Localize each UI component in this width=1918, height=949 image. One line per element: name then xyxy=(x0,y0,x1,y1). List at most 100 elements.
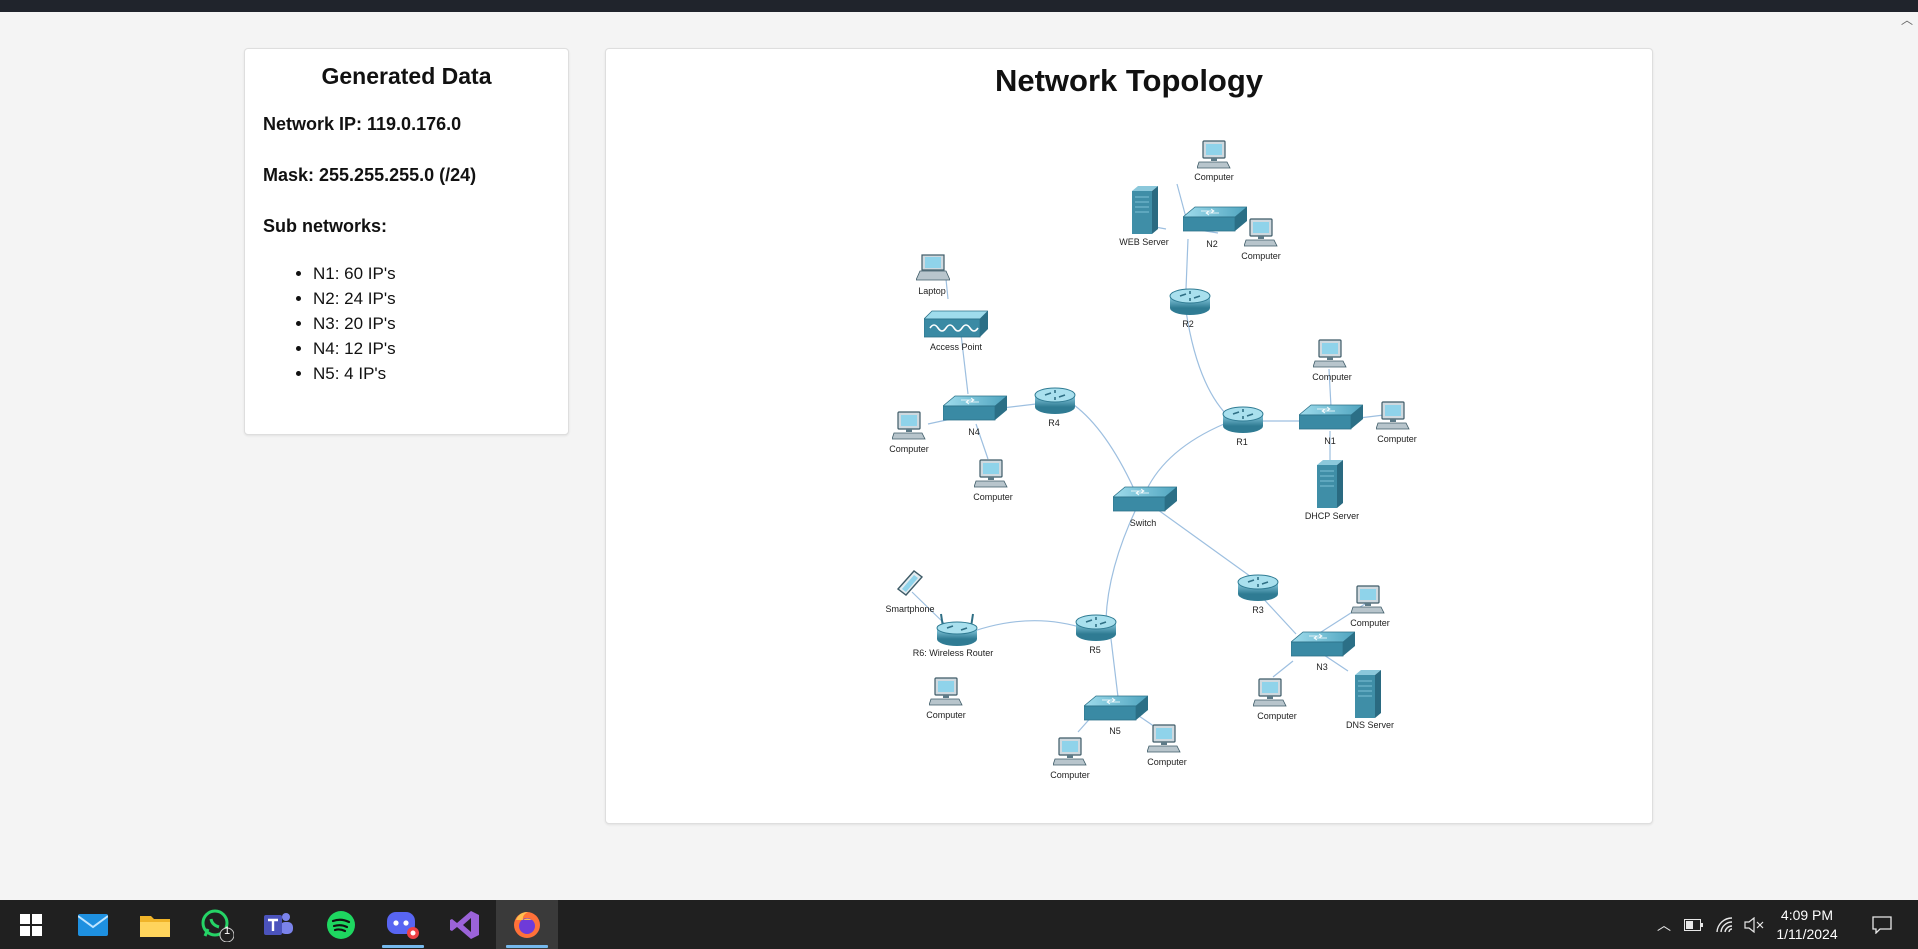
laptop-icon xyxy=(916,254,950,281)
network-topology-card: Network Topology Computer WEB Server N2 … xyxy=(605,48,1653,824)
computer-icon xyxy=(1351,585,1385,614)
discord-running-indicator xyxy=(382,945,424,948)
access-point-icon xyxy=(924,310,988,338)
node-label: R1 xyxy=(1236,437,1248,447)
spotify-icon[interactable] xyxy=(310,900,372,949)
node-label: Computer xyxy=(1194,172,1234,182)
clock-time: 4:09 PM xyxy=(1780,907,1834,923)
mail-icon[interactable] xyxy=(62,900,124,949)
subnetworks-list: N1: 60 IP's N2: 24 IP's N3: 20 IP's N4: … xyxy=(313,261,550,386)
computer-icon xyxy=(1244,218,1278,247)
switch-icon xyxy=(943,395,1007,421)
node-label: DNS Server xyxy=(1346,720,1394,730)
battery-icon[interactable] xyxy=(1680,900,1708,949)
node-label: WEB Server xyxy=(1119,237,1169,247)
computer-icon xyxy=(892,411,926,440)
whatsapp-icon[interactable]: 1 xyxy=(186,900,248,949)
switch-icon xyxy=(1084,695,1148,721)
visual-studio-icon[interactable] xyxy=(434,900,496,949)
router-icon xyxy=(1237,574,1279,602)
node-label: Computer xyxy=(1257,711,1297,721)
node-label: R2 xyxy=(1182,319,1194,329)
node-label: Computer xyxy=(973,492,1013,502)
firefox-icon[interactable] xyxy=(496,900,558,949)
subnetworks-heading: Sub networks: xyxy=(263,216,388,236)
system-clock[interactable]: 4:09 PM 1/11/2024 xyxy=(1762,906,1852,944)
node-label: R4 xyxy=(1048,418,1060,428)
node-label: Computer xyxy=(926,710,966,720)
computer-icon xyxy=(929,677,963,706)
computer-icon xyxy=(1053,737,1087,766)
subnetwork-item: N5: 4 IP's xyxy=(313,361,550,386)
router-icon xyxy=(1169,288,1211,316)
switch-icon xyxy=(1113,486,1177,512)
chevron-up-icon[interactable]: ︿ xyxy=(1652,900,1676,949)
computer-icon xyxy=(1313,339,1347,368)
whatsapp-badge: 1 xyxy=(224,925,231,937)
subnetwork-item: N3: 20 IP's xyxy=(313,311,550,336)
router-icon xyxy=(1034,387,1076,415)
link-n2-r2 xyxy=(1185,238,1189,290)
node-label: R6: Wireless Router xyxy=(913,648,994,658)
file-explorer-icon[interactable] xyxy=(124,900,186,949)
switch-icon xyxy=(1291,631,1355,657)
node-label: Computer xyxy=(1241,251,1281,261)
node-label: Computer xyxy=(1377,434,1417,444)
subnetwork-item: N1: 60 IP's xyxy=(313,261,550,286)
taskbar: 1 ︿ 4:09 PM 1/11/2024 xyxy=(0,900,1918,949)
node-label: R3 xyxy=(1252,605,1264,615)
link-n3-pc xyxy=(1272,660,1294,678)
smartphone-icon xyxy=(897,570,923,596)
subnetwork-item: N2: 24 IP's xyxy=(313,286,550,311)
link-switch-r3 xyxy=(1153,506,1255,580)
node-label: Computer xyxy=(889,444,929,454)
wireless-router-icon xyxy=(936,613,978,647)
network-mask: Mask: 255.255.255.0 (/24) xyxy=(263,165,477,185)
node-label: N5 xyxy=(1109,726,1121,736)
node-label: DHCP Server xyxy=(1305,511,1359,521)
computer-icon xyxy=(974,459,1008,488)
node-label: Smartphone xyxy=(885,604,934,614)
link-r5-n5 xyxy=(1110,638,1119,698)
node-label: N4 xyxy=(968,427,980,437)
page-scrollbar[interactable] xyxy=(1896,12,1918,900)
link-r4-switch xyxy=(1073,404,1135,490)
subnetwork-item: N4: 12 IP's xyxy=(313,336,550,361)
scroll-up-icon[interactable]: ︿ xyxy=(1900,13,1914,27)
node-label: Computer xyxy=(1050,770,1090,780)
windows-start-icon[interactable] xyxy=(0,900,62,949)
router-icon xyxy=(1075,614,1117,642)
server-icon xyxy=(1131,185,1159,235)
server-icon xyxy=(1316,459,1344,509)
topology-diagram: Computer WEB Server N2 Computer R2 Lapto… xyxy=(885,140,1417,780)
notification-icon[interactable] xyxy=(1862,900,1902,949)
link-r1-switch xyxy=(1145,423,1225,492)
computer-icon xyxy=(1197,140,1231,169)
computer-icon xyxy=(1147,724,1181,753)
firefox-running-indicator xyxy=(506,945,548,948)
network-ip: Network IP: 119.0.176.0 xyxy=(263,114,462,134)
node-label: Computer xyxy=(1312,372,1352,382)
server-icon xyxy=(1354,669,1382,719)
computer-icon xyxy=(1253,678,1287,707)
generated-data-card: Generated Data Network IP: 119.0.176.0 M… xyxy=(244,48,569,435)
topology-devices: Computer WEB Server N2 Computer R2 Lapto… xyxy=(885,140,1417,780)
router-icon xyxy=(1222,406,1264,434)
generated-data-title: Generated Data xyxy=(321,63,492,89)
node-label: N3 xyxy=(1316,662,1328,672)
clock-date: 1/11/2024 xyxy=(1776,926,1838,942)
switch-icon xyxy=(1183,206,1247,232)
switch-icon xyxy=(1299,404,1363,430)
node-label: Laptop xyxy=(918,286,946,296)
node-label: Access Point xyxy=(930,342,983,352)
node-label: N1 xyxy=(1324,436,1336,446)
teams-icon[interactable] xyxy=(248,900,310,949)
node-label: R5 xyxy=(1089,645,1101,655)
link-laptop-ap xyxy=(945,278,949,300)
wifi-icon[interactable] xyxy=(1710,900,1738,949)
browser-top-bar xyxy=(0,0,1918,12)
node-label: Computer xyxy=(1147,757,1187,767)
discord-icon[interactable] xyxy=(372,900,434,949)
node-label: Computer xyxy=(1350,618,1390,628)
node-label: N2 xyxy=(1206,239,1218,249)
